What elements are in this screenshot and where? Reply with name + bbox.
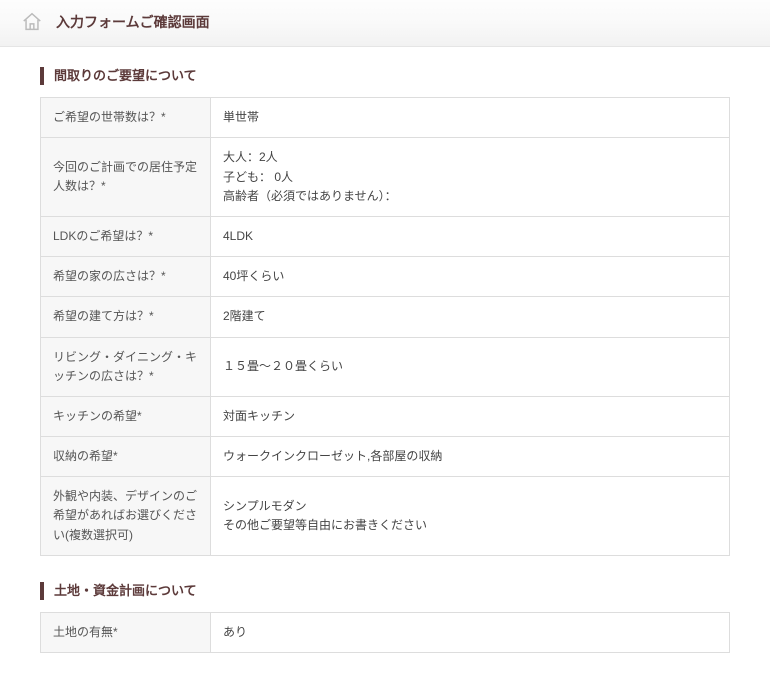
table-row: 外観や内装、デザインのご希望があればお選びください(複数選択可) シンプルモダン… <box>41 477 730 556</box>
table-row: 土地の有無* あり <box>41 613 730 653</box>
content-area: 間取りのご要望について ご希望の世帯数は？* 単世帯 今回のご計画での居住予定人… <box>0 47 770 689</box>
row-label: ご希望の世帯数は？* <box>41 98 211 138</box>
row-label: 希望の家の広さは？* <box>41 257 211 297</box>
row-value: あり <box>211 613 730 653</box>
row-value: １５畳〜２０畳くらい <box>211 337 730 396</box>
row-value: 単世帯 <box>211 98 730 138</box>
row-value: ウォークインクローゼット,各部屋の収納 <box>211 437 730 477</box>
row-label: LDKのご希望は？* <box>41 216 211 256</box>
row-label: 希望の建て方は？* <box>41 297 211 337</box>
table-row: 今回のご計画での居住予定人数は？* 大人：2人子ども： 0人高齢者（必須ではあり… <box>41 138 730 217</box>
row-value: 大人：2人子ども： 0人高齢者（必須ではありません）： <box>211 138 730 217</box>
row-label: リビング・ダイニング・キッチンの広さは？* <box>41 337 211 396</box>
row-value: シンプルモダンその他ご要望等自由にお書きください <box>211 477 730 556</box>
table-row: LDKのご希望は？* 4LDK <box>41 216 730 256</box>
row-value: 2階建て <box>211 297 730 337</box>
page-title: 入力フォームご確認画面 <box>56 12 210 32</box>
row-label: 土地の有無* <box>41 613 211 653</box>
row-value: 40坪くらい <box>211 257 730 297</box>
land-funding-table: 土地の有無* あり <box>40 612 730 653</box>
table-row: 希望の家の広さは？* 40坪くらい <box>41 257 730 297</box>
row-value: 4LDK <box>211 216 730 256</box>
table-row: 希望の建て方は？* 2階建て <box>41 297 730 337</box>
row-value: 対面キッチン <box>211 396 730 436</box>
section-title-floorplan: 間取りのご要望について <box>40 67 730 85</box>
page-header: 入力フォームご確認画面 <box>0 0 770 47</box>
table-row: リビング・ダイニング・キッチンの広さは？* １５畳〜２０畳くらい <box>41 337 730 396</box>
table-row: キッチンの希望* 対面キッチン <box>41 396 730 436</box>
floorplan-table: ご希望の世帯数は？* 単世帯 今回のご計画での居住予定人数は？* 大人：2人子ど… <box>40 97 730 556</box>
row-label: 今回のご計画での居住予定人数は？* <box>41 138 211 217</box>
row-label: 外観や内装、デザインのご希望があればお選びください(複数選択可) <box>41 477 211 556</box>
table-row: ご希望の世帯数は？* 単世帯 <box>41 98 730 138</box>
row-label: キッチンの希望* <box>41 396 211 436</box>
section-title-land-funding: 土地・資金計画について <box>40 582 730 600</box>
house-icon <box>20 10 44 34</box>
table-row: 収納の希望* ウォークインクローゼット,各部屋の収納 <box>41 437 730 477</box>
row-label: 収納の希望* <box>41 437 211 477</box>
